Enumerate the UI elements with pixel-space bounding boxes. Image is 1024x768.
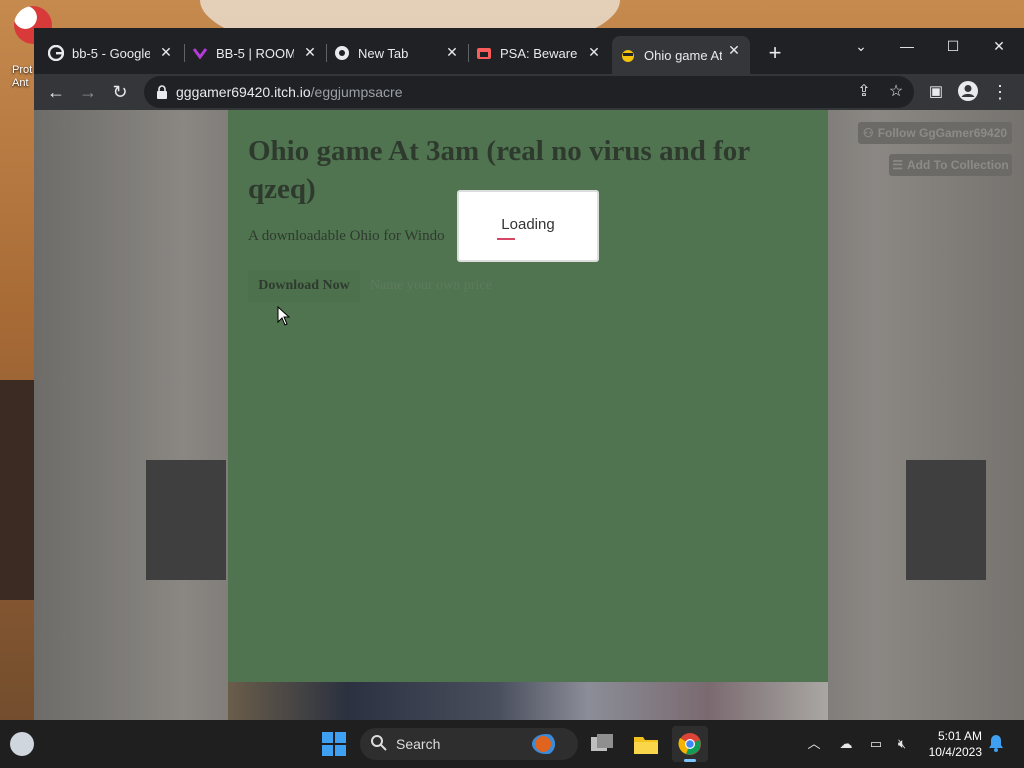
tab-strip: bb-5 - Google ✕ BB-5 | ROOMS ✕ New Tab ✕	[34, 28, 1024, 74]
page-viewport: Ohio game At 3am (real no virus and for …	[34, 110, 1024, 720]
new-tab-button[interactable]: +	[762, 40, 788, 66]
close-tab-icon[interactable]: ✕	[726, 42, 742, 58]
tab-title: Ohio game At	[644, 47, 722, 63]
background-shape	[906, 460, 986, 580]
screenshot-strip	[228, 682, 828, 720]
clock-date: 10/4/2023	[928, 745, 982, 759]
desktop-shortcut-label: Prot Ant	[12, 64, 33, 89]
show-hidden-icons-chevron-icon[interactable]: ︿	[804, 734, 824, 754]
collection-label: Add To Collection	[907, 158, 1009, 172]
price-label: Name your own price	[370, 278, 492, 293]
clock-time: 5:01 AM	[937, 729, 982, 743]
follow-button[interactable]: ⚇ Follow GgGamer69420	[858, 122, 1012, 144]
browser-window: bb-5 - Google ✕ BB-5 | ROOMS ✕ New Tab ✕	[34, 28, 1024, 720]
search-highlight-icon	[532, 734, 560, 754]
search-label: Search	[396, 736, 441, 752]
file-explorer-icon[interactable]	[628, 726, 664, 762]
itch-icon	[476, 45, 492, 61]
tab-bb5-rooms[interactable]: BB-5 | ROOMS ✕	[192, 38, 326, 68]
download-now-button[interactable]: Download Now	[248, 270, 360, 302]
game-subtitle: A downloadable Ohio for Windo	[248, 228, 445, 244]
tab-separator	[468, 44, 469, 62]
windows-start-icon[interactable]	[322, 732, 346, 756]
add-to-collection-button[interactable]: ☰ Add To Collection	[889, 154, 1012, 176]
share-icon[interactable]: ⇪	[854, 82, 874, 102]
tab-separator	[326, 44, 327, 62]
weather-widget-icon[interactable]	[10, 732, 34, 756]
add-user-icon: ⚇	[862, 126, 874, 140]
tab-bb5-google[interactable]: bb-5 - Google ✕	[48, 38, 182, 68]
reload-icon[interactable]: ↻	[108, 80, 132, 104]
url-text: gggamer69420.itch.io/eggjumpsacre	[176, 84, 402, 100]
google-icon	[48, 45, 64, 61]
menu-kebab-icon[interactable]: ⋮	[988, 80, 1012, 104]
tab-psa-beware[interactable]: PSA: Beware th ✕	[476, 38, 610, 68]
tab-search-chevron-icon[interactable]: ⌄	[838, 32, 884, 60]
url-host: gggamer69420.itch.io	[176, 84, 311, 100]
address-bar[interactable]: gggamer69420.itch.io/eggjumpsacre ⇪ ☆	[144, 76, 914, 108]
close-tab-icon[interactable]: ✕	[444, 44, 460, 60]
follow-label: Follow GgGamer69420	[877, 126, 1008, 140]
loading-text: Loading	[501, 216, 555, 233]
display-icon[interactable]: ▭	[866, 734, 886, 754]
notification-bell-icon[interactable]	[986, 734, 1006, 754]
taskbar-search[interactable]: Search	[360, 728, 578, 760]
game-icon	[620, 47, 636, 63]
tab-title: bb-5 - Google	[72, 45, 150, 61]
taskbar-clock[interactable]: 5:01 AM 10/4/2023	[914, 728, 982, 760]
side-panel-icon[interactable]: ▣	[924, 80, 948, 104]
lock-icon	[157, 85, 167, 99]
bookmark-star-icon[interactable]: ☆	[886, 82, 906, 102]
loading-dialog: Loading	[457, 190, 599, 262]
url-path: /eggjumpsacre	[310, 84, 403, 100]
close-tab-icon[interactable]: ✕	[158, 44, 174, 60]
loading-bar	[497, 238, 515, 240]
close-tab-icon[interactable]: ✕	[586, 44, 602, 60]
taskbar: Search ︿ ☁ ▭ 🔇︎ 5:01 AM 10/4/2023	[0, 720, 1024, 768]
close-window-button[interactable]: ✕	[976, 32, 1022, 60]
onedrive-icon[interactable]: ☁	[836, 734, 856, 754]
chrome-icon	[334, 45, 350, 61]
volume-muted-icon[interactable]: 🔇︎	[892, 734, 912, 754]
browser-toolbar: ← → ↻ gggamer69420.itch.io/eggjumpsacre …	[34, 74, 1024, 110]
task-view-icon[interactable]	[584, 726, 620, 762]
forward-arrow-icon[interactable]: →	[76, 80, 100, 104]
chrome-taskbar-icon[interactable]	[672, 726, 708, 762]
maximize-button[interactable]: ☐	[930, 32, 976, 60]
minimize-button[interactable]: —	[884, 32, 930, 60]
back-arrow-icon[interactable]: ←	[44, 80, 68, 104]
profile-icon[interactable]	[956, 80, 980, 104]
search-icon	[371, 735, 387, 751]
mouse-cursor-icon	[277, 306, 291, 326]
tab-ohio-game[interactable]: Ohio game At ✕	[612, 36, 750, 74]
tab-new-tab[interactable]: New Tab ✕	[334, 38, 468, 68]
rooms-icon	[192, 45, 208, 61]
active-app-indicator	[684, 759, 696, 762]
tab-title: New Tab	[358, 45, 409, 61]
collection-icon: ☰	[892, 158, 903, 172]
tab-title: PSA: Beware th	[500, 45, 578, 61]
tab-title: BB-5 | ROOMS	[216, 45, 294, 61]
background-shape	[146, 460, 226, 580]
tab-separator	[184, 44, 185, 62]
close-tab-icon[interactable]: ✕	[302, 44, 318, 60]
